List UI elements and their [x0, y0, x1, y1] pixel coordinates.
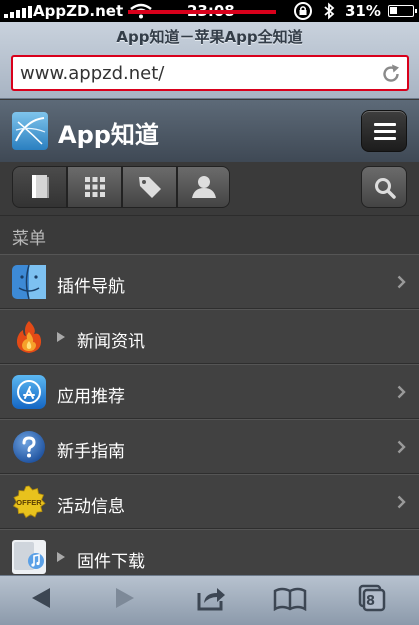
menu-item-label: 应用推荐 — [57, 387, 125, 407]
bookmarks-icon[interactable] — [273, 587, 307, 611]
expand-triangle-icon — [57, 552, 65, 562]
chevron-right-icon — [397, 440, 406, 454]
menu-item-beginner-guide[interactable]: 新手指南 — [0, 419, 419, 474]
book-icon — [31, 175, 49, 198]
search-button[interactable] — [361, 166, 407, 208]
battery-percent: 31% — [345, 2, 381, 20]
category-tab-bar — [0, 162, 419, 216]
menu-item-plugin-nav[interactable]: 插件导航 — [0, 254, 419, 309]
menu-item-news[interactable]: 新闻资讯 — [0, 309, 419, 364]
share-icon[interactable] — [195, 585, 227, 611]
status-bar: AppZD.net 23:08 31% — [0, 0, 419, 22]
offer-badge-icon: OFFER — [12, 485, 46, 519]
itunes-icon — [12, 540, 46, 574]
page-title: App知道－苹果App全知道 — [116, 28, 303, 46]
chevron-right-icon — [397, 275, 406, 289]
app-store-icon — [12, 375, 46, 409]
back-arrow-icon[interactable] — [30, 586, 52, 610]
site-brand-title[interactable]: App知道 — [58, 115, 159, 150]
tab-user[interactable] — [177, 166, 230, 208]
menu-item-label: 固件下载 — [77, 552, 145, 572]
menu-button[interactable] — [361, 110, 407, 152]
search-icon — [375, 178, 396, 199]
person-icon — [191, 176, 216, 198]
menu-item-label: 新手指南 — [57, 442, 125, 462]
carrier-name: AppZD.net — [33, 2, 124, 20]
forward-arrow-icon[interactable] — [114, 586, 136, 610]
menu-item-app-recommend[interactable]: 应用推荐 — [0, 364, 419, 419]
battery-icon — [388, 5, 417, 17]
menu-heading: 菜单 — [12, 229, 46, 249]
tab-tags[interactable] — [122, 166, 177, 208]
url-text: www.appzd.net/ — [20, 63, 165, 84]
grid-icon — [84, 177, 105, 197]
rotation-lock-icon — [294, 2, 312, 20]
chevron-right-icon — [397, 495, 406, 509]
tab-articles[interactable] — [12, 166, 67, 208]
tabs-count: 8 — [366, 594, 376, 609]
chevron-right-icon — [397, 385, 406, 399]
menu-item-label: 活动信息 — [57, 497, 125, 517]
browser-address-area: App知道－苹果App全知道 www.appzd.net/ — [0, 22, 419, 99]
help-icon — [13, 431, 45, 463]
bluetooth-icon — [324, 2, 335, 20]
signal-strength-icon — [4, 6, 32, 18]
url-input[interactable]: www.appzd.net/ — [11, 55, 409, 91]
reload-icon[interactable] — [380, 63, 402, 85]
finder-icon — [12, 265, 46, 299]
tab-apps[interactable] — [67, 166, 122, 208]
tabs-button[interactable]: 8 — [358, 584, 386, 612]
site-header: App知道 — [0, 100, 419, 162]
fire-icon — [16, 321, 42, 353]
tag-icon — [138, 177, 161, 198]
site-logo-icon[interactable] — [12, 112, 48, 150]
menu-item-events[interactable]: OFFER 活动信息 — [0, 474, 419, 529]
browser-toolbar: 8 — [0, 575, 419, 625]
offer-badge-text: OFFER — [16, 498, 42, 507]
menu-item-label: 新闻资讯 — [77, 332, 145, 352]
expand-triangle-icon — [57, 332, 65, 342]
annotation-strike-line — [128, 10, 276, 14]
menu-item-label: 插件导航 — [57, 277, 125, 297]
